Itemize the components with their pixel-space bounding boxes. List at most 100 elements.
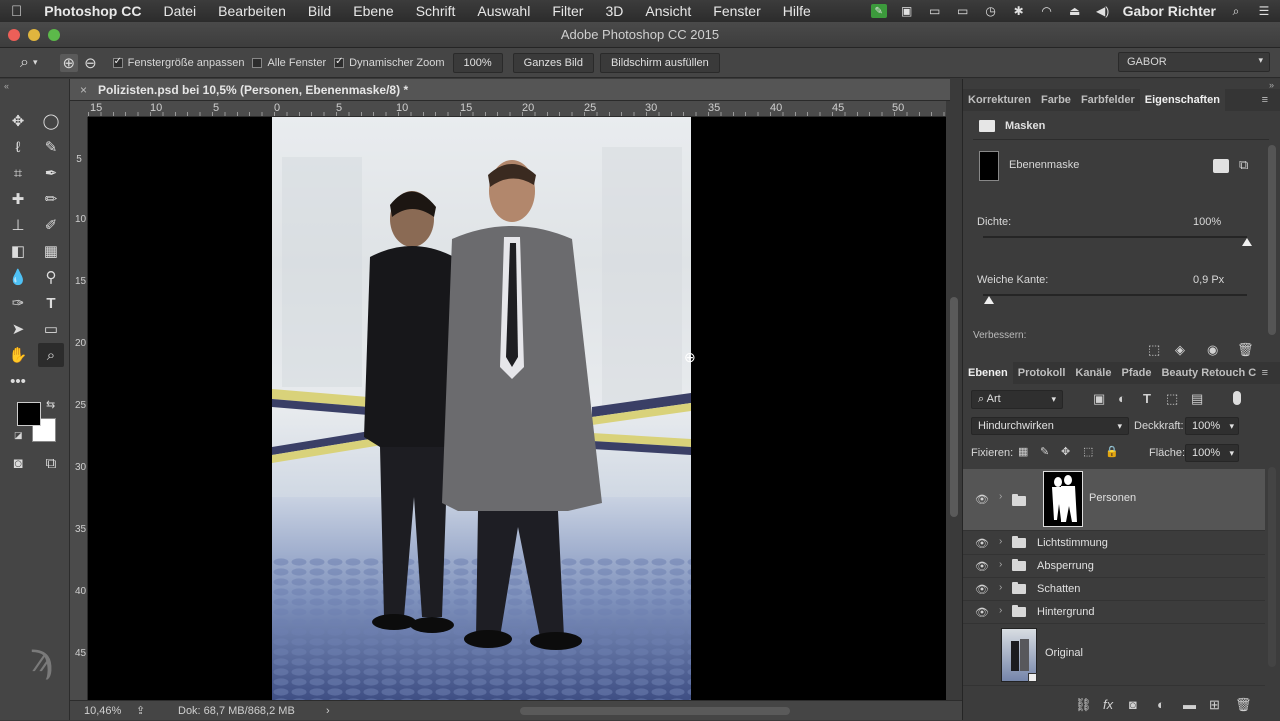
tab-protokoll[interactable]: Protokoll xyxy=(1013,367,1071,379)
layer-row-hintergrund[interactable]: 👁 › Hintergrund xyxy=(963,601,1265,624)
feather-slider-thumb[interactable] xyxy=(984,296,994,304)
layer-filter-select[interactable]: ⌕ Art ▾ xyxy=(971,390,1063,409)
eraser-tool-icon[interactable]: ◧ xyxy=(5,239,31,263)
blur-tool-icon[interactable]: 💧 xyxy=(5,265,31,289)
new-layer-icon[interactable]: ⊞ xyxy=(1209,697,1220,713)
add-mask-icon[interactable]: ◙ xyxy=(1129,697,1137,712)
layer-row-absperrung[interactable]: 👁 › Absperrung xyxy=(963,555,1265,578)
layer-row-personen[interactable]: 👁 › Personen xyxy=(963,469,1265,531)
fit-window-checkbox[interactable] xyxy=(112,56,123,68)
tab-beauty-retouch[interactable]: Beauty Retouch C xyxy=(1156,367,1261,379)
apply-mask-icon[interactable]: ◈ xyxy=(1175,342,1185,358)
menu-auswahl[interactable]: Auswahl xyxy=(466,3,541,19)
default-colors-icon[interactable]: ◪ xyxy=(14,430,23,441)
layer-row-original[interactable]: Original xyxy=(963,624,1265,686)
workspace-select[interactable]: GABOR ▾ xyxy=(1118,52,1270,72)
layer-thumbnail[interactable] xyxy=(1001,628,1037,682)
user-name[interactable]: Gabor Richter xyxy=(1123,3,1216,19)
delete-layer-icon[interactable]: 🗑 xyxy=(1235,697,1252,713)
density-slider-thumb[interactable] xyxy=(1242,238,1252,246)
minimize-window-button[interactable] xyxy=(28,29,40,41)
feather-slider-track[interactable] xyxy=(983,294,1247,296)
expand-group-icon[interactable]: › xyxy=(999,536,1002,547)
load-selection-icon[interactable]: ⬚ xyxy=(1148,342,1160,358)
filter-image-icon[interactable]: ▣ xyxy=(1093,391,1105,407)
maximize-window-button[interactable] xyxy=(48,29,60,41)
feather-value[interactable]: 0,9 Px xyxy=(1193,274,1224,286)
swap-colors-icon[interactable]: ⇆ xyxy=(46,398,55,411)
screen-mode-icon[interactable]: ⧉ xyxy=(38,451,64,475)
all-windows-checkbox[interactable] xyxy=(252,57,263,68)
lock-all-icon[interactable]: 🔒 xyxy=(1105,445,1119,458)
pen-tool-icon[interactable]: ✑ xyxy=(5,291,31,315)
messages-icon[interactable]: ▣ xyxy=(899,4,915,18)
horizontal-ruler[interactable]: 15 10 5 0 5 10 15 20 25 30 35 40 45 50 xyxy=(88,101,946,117)
eye-icon[interactable]: 👁 xyxy=(975,583,989,596)
clone-stamp-tool-icon[interactable]: ⊥ xyxy=(5,213,31,237)
ruler-origin[interactable] xyxy=(70,101,88,117)
layer-mask-thumbnail[interactable] xyxy=(1043,471,1083,527)
tab-ebenen[interactable]: Ebenen xyxy=(963,362,1013,384)
eye-icon[interactable]: 👁 xyxy=(975,493,989,506)
filter-type-icon[interactable]: T xyxy=(1143,391,1151,406)
path-selection-tool-icon[interactable]: ➤ xyxy=(5,317,31,341)
link-layers-icon[interactable]: ⛓ xyxy=(1075,697,1092,713)
menu-3d[interactable]: 3D xyxy=(594,3,634,19)
battery-icon[interactable]: ▭ xyxy=(955,4,971,18)
document-canvas[interactable]: ⊕ xyxy=(88,117,946,700)
layer-style-icon[interactable]: fx xyxy=(1103,697,1113,712)
fill-screen-button[interactable]: Bildschirm ausfüllen xyxy=(599,52,720,73)
expand-group-icon[interactable]: › xyxy=(999,491,1002,502)
zoom-out-icon[interactable]: ⊖ xyxy=(84,54,97,72)
quick-mask-icon[interactable]: ◙ xyxy=(5,451,31,475)
tab-farbfelder[interactable]: Farbfelder xyxy=(1076,94,1140,106)
horizontal-scrollbar[interactable] xyxy=(520,707,790,715)
menu-filter[interactable]: Filter xyxy=(541,3,594,19)
menu-ansicht[interactable]: Ansicht xyxy=(634,3,702,19)
menu-hilfe[interactable]: Hilfe xyxy=(772,3,822,19)
tab-korrekturen[interactable]: Korrekturen xyxy=(963,94,1036,106)
filter-adjustment-icon[interactable]: ◐ xyxy=(1118,391,1126,406)
tab-pfade[interactable]: Pfade xyxy=(1116,367,1156,379)
scrollbar-thumb[interactable] xyxy=(950,297,958,517)
bluetooth-icon[interactable]: ✱ xyxy=(1011,4,1027,18)
lock-transparency-icon[interactable]: ▦ xyxy=(1018,445,1028,458)
airplay-icon[interactable]: ▭ xyxy=(927,4,943,18)
layer-name[interactable]: Lichtstimmung xyxy=(1037,537,1108,549)
toggle-mask-visibility-icon[interactable]: ◉ xyxy=(1207,342,1218,358)
hidden-visibility-slot[interactable] xyxy=(975,648,987,660)
more-tools-icon[interactable]: ••• xyxy=(5,369,31,393)
move-tool-icon[interactable]: ✥ xyxy=(5,109,31,133)
delete-mask-icon[interactable]: 🗑 xyxy=(1237,342,1254,358)
status-zoom[interactable]: 10,46% xyxy=(84,701,121,721)
filter-toggle-icon[interactable] xyxy=(1233,391,1241,405)
close-window-button[interactable] xyxy=(8,29,20,41)
type-tool-icon[interactable]: T xyxy=(38,291,64,315)
vertical-ruler[interactable]: 5 10 15 20 25 30 35 40 45 xyxy=(70,117,88,700)
expand-group-icon[interactable]: › xyxy=(999,605,1002,616)
menu-fenster[interactable]: Fenster xyxy=(702,3,771,19)
adjustment-layer-icon[interactable]: ◐ xyxy=(1157,697,1165,712)
status-menu-chevron-icon[interactable]: › xyxy=(326,701,330,721)
fit-window-option[interactable]: Fenstergröße anpassen xyxy=(112,56,244,69)
zoom-100-button[interactable]: 100% xyxy=(452,52,503,73)
panel-menu-icon[interactable]: ≡ xyxy=(1257,94,1273,106)
share-icon[interactable]: ⇪ xyxy=(136,701,145,721)
tab-eigenschaften[interactable]: Eigenschaften xyxy=(1139,89,1225,111)
filter-smart-object-icon[interactable]: ▤ xyxy=(1191,391,1203,407)
dynamic-zoom-checkbox[interactable] xyxy=(334,56,345,68)
add-vector-mask-icon[interactable]: ⧉ xyxy=(1239,157,1248,173)
layer-name[interactable]: Hintergrund xyxy=(1037,606,1094,618)
dodge-tool-icon[interactable]: ⚲ xyxy=(38,265,64,289)
brush-tool-icon[interactable]: ✏ xyxy=(38,187,64,211)
healing-brush-tool-icon[interactable]: ✚ xyxy=(5,187,31,211)
chevron-down-icon[interactable]: ▾ xyxy=(33,57,38,68)
zoom-tool-icon[interactable]: ⌕ xyxy=(38,343,64,367)
quick-selection-tool-icon[interactable]: ✎ xyxy=(38,135,64,159)
select-pixel-mask-icon[interactable] xyxy=(1213,159,1229,173)
marquee-tool-icon[interactable]: ◯ xyxy=(38,109,64,133)
layer-name[interactable]: Original xyxy=(1045,647,1083,659)
density-value[interactable]: 100% xyxy=(1193,216,1221,228)
menu-ebene[interactable]: Ebene xyxy=(342,3,404,19)
eye-icon[interactable]: 👁 xyxy=(975,606,989,619)
